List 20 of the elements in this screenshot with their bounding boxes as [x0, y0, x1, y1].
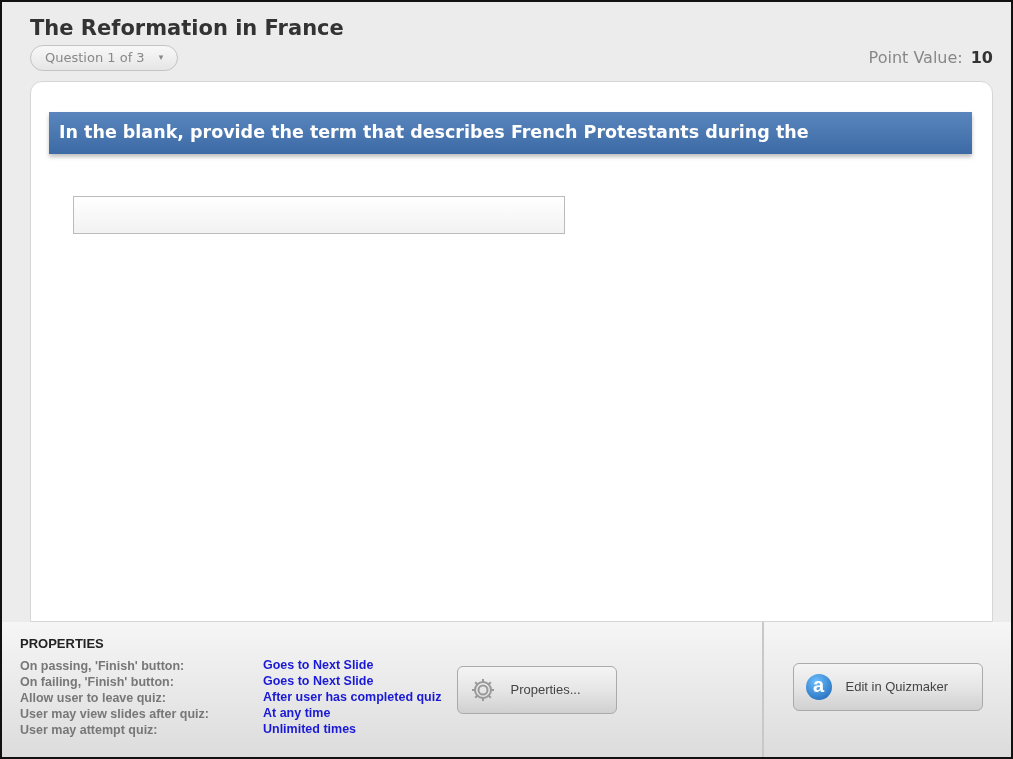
quiz-title: The Reformation in France	[30, 16, 345, 42]
property-value: Goes to Next Slide	[262, 657, 375, 673]
app-logo-icon: a	[805, 673, 832, 700]
properties-heading: PROPERTIES	[20, 635, 105, 653]
property-label: User may view slides after quiz:	[20, 705, 209, 722]
point-value-label: Point Value:	[868, 47, 963, 67]
property-value: Goes to Next Slide	[262, 673, 375, 689]
edit-in-quizmaker-button[interactable]: a Edit in Quizmaker	[792, 662, 983, 711]
property-label: User may attempt quiz:	[20, 721, 159, 738]
property-value: At any time	[262, 705, 332, 721]
property-label: On failing, 'Finish' button:	[20, 673, 175, 690]
property-value: After user has completed quiz	[262, 689, 442, 705]
property-label: On passing, 'Finish' button:	[20, 657, 186, 674]
gear-icon	[470, 676, 497, 703]
point-value: 10	[970, 47, 993, 67]
property-label: Allow user to leave quiz:	[20, 689, 167, 706]
question-banner: In the blank, provide the term that describes French Protestants during the	[49, 111, 972, 154]
answer-field[interactable]	[73, 195, 565, 234]
properties-button[interactable]: Properties...	[457, 665, 618, 714]
property-value: Unlimited times	[262, 721, 358, 737]
